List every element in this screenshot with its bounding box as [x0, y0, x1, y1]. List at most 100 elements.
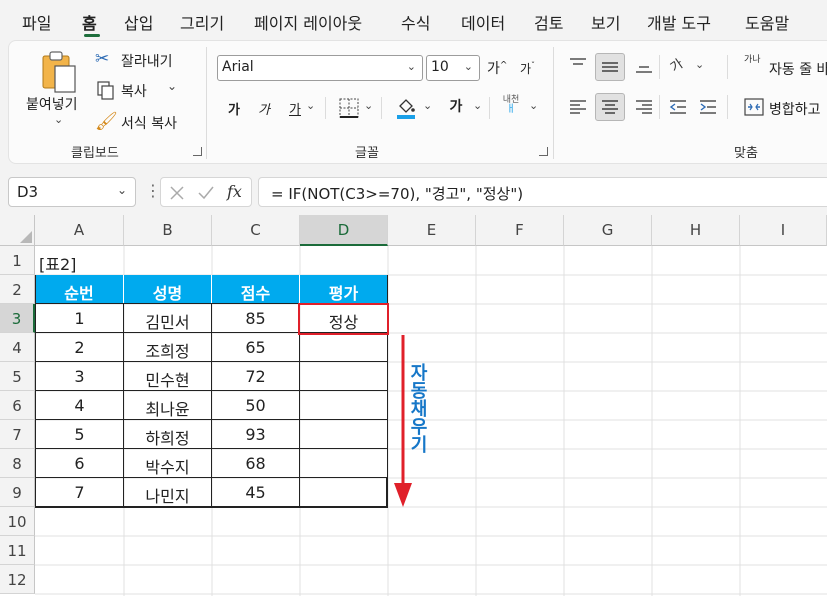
name-box-chevron-icon[interactable]: ⌄: [117, 183, 127, 197]
table-cell[interactable]: 4: [36, 391, 124, 420]
column-header-e[interactable]: E: [388, 215, 476, 246]
clipboard-launcher-icon[interactable]: [193, 147, 202, 156]
row-header-6[interactable]: 6: [0, 391, 35, 420]
shrink-font-button[interactable]: 가ˇ: [520, 60, 535, 77]
bottom-align-icon[interactable]: [635, 57, 653, 75]
borders-icon[interactable]: [339, 98, 359, 118]
tab-developer[interactable]: 개발 도구: [647, 10, 711, 34]
tab-file[interactable]: 파일: [22, 10, 51, 34]
header-cell-score[interactable]: 점수: [212, 275, 300, 304]
header-cell-number[interactable]: 순번: [35, 275, 124, 304]
row-header-2[interactable]: 2: [0, 275, 35, 304]
font-launcher-icon[interactable]: [539, 147, 548, 156]
wrap-text-button[interactable]: 자동 줄 바: [769, 59, 827, 79]
column-header-h[interactable]: H: [652, 215, 740, 246]
table-cell[interactable]: 박수지: [124, 449, 212, 478]
orientation-button[interactable]: 가: [666, 53, 686, 76]
paste-label[interactable]: 붙여넣기: [26, 94, 78, 114]
table-cell[interactable]: [300, 478, 388, 508]
row-header-3[interactable]: 3: [0, 304, 35, 333]
italic-button[interactable]: 가: [258, 99, 270, 118]
paste-dropdown-chevron-icon[interactable]: ⌄: [54, 113, 63, 126]
tab-page-layout[interactable]: 페이지 레이아웃: [254, 10, 362, 34]
tab-formulas[interactable]: 수식: [401, 10, 430, 34]
merge-center-button[interactable]: 병합하고: [769, 99, 821, 119]
table-cell[interactable]: 50: [212, 391, 300, 420]
tab-view[interactable]: 보기: [591, 10, 620, 34]
borders-dropdown-chevron-icon[interactable]: ⌄: [364, 99, 373, 112]
column-header-g[interactable]: G: [564, 215, 652, 246]
grow-font-button[interactable]: 가^: [487, 58, 507, 78]
bold-button[interactable]: 가: [228, 99, 240, 118]
align-right-icon[interactable]: [635, 99, 653, 115]
table-cell[interactable]: 하희정: [124, 420, 212, 449]
underline-dropdown-chevron-icon[interactable]: ⌄: [306, 99, 315, 112]
row-header-10[interactable]: 10: [0, 507, 35, 536]
column-header-b[interactable]: B: [124, 215, 212, 246]
align-center-button[interactable]: [595, 93, 625, 121]
select-all-button[interactable]: [0, 215, 35, 246]
header-cell-name[interactable]: 성명: [124, 275, 212, 304]
row-header-5[interactable]: 5: [0, 362, 35, 391]
row-header-1[interactable]: 1: [0, 246, 35, 275]
table-cell[interactable]: 6: [36, 449, 124, 478]
table-cell[interactable]: 5: [36, 420, 124, 449]
decrease-indent-icon[interactable]: [669, 99, 687, 115]
table-cell[interactable]: 김민서: [124, 304, 212, 333]
orientation-dropdown-chevron-icon[interactable]: ⌄: [695, 58, 704, 71]
tab-data[interactable]: 데이터: [461, 10, 505, 34]
table-cell[interactable]: [300, 362, 388, 391]
table-cell[interactable]: 1: [36, 304, 124, 333]
tab-home[interactable]: 홈: [82, 10, 97, 34]
column-header-d[interactable]: D: [300, 215, 388, 246]
table-cell[interactable]: 65: [212, 333, 300, 362]
align-left-icon[interactable]: [569, 99, 587, 115]
table-cell[interactable]: 85: [212, 304, 300, 333]
increase-indent-icon[interactable]: [699, 99, 717, 115]
column-header-c[interactable]: C: [212, 215, 300, 246]
column-header-f[interactable]: F: [476, 215, 564, 246]
table-title-cell[interactable]: [표2]: [39, 251, 76, 275]
row-header-12[interactable]: 12: [0, 565, 35, 594]
table-cell[interactable]: 민수현: [124, 362, 212, 391]
row-header-11[interactable]: 11: [0, 536, 35, 565]
header-cell-evaluation[interactable]: 평가: [300, 275, 388, 304]
top-align-icon[interactable]: [569, 57, 587, 73]
paste-button[interactable]: [37, 49, 81, 95]
table-cell[interactable]: [300, 420, 388, 449]
table-cell[interactable]: 나민지: [124, 478, 212, 508]
table-cell[interactable]: [300, 333, 388, 362]
table-cell[interactable]: 72: [212, 362, 300, 391]
fill-color-icon[interactable]: [395, 96, 417, 120]
column-header-a[interactable]: A: [35, 215, 124, 246]
underline-button[interactable]: 가: [289, 99, 301, 118]
tab-help[interactable]: 도움말: [745, 10, 789, 34]
cancel-icon[interactable]: [169, 185, 185, 201]
formula-input[interactable]: = IF(NOT(C3>=70), "경고", "정상"): [258, 177, 827, 207]
table-cell[interactable]: 조희정: [124, 333, 212, 362]
name-box[interactable]: D3 ⌄: [8, 177, 136, 207]
insert-function-button[interactable]: fx: [227, 182, 242, 201]
row-header-8[interactable]: 8: [0, 449, 35, 478]
formula-bar-options-icon[interactable]: ⋮: [145, 181, 161, 200]
fill-color-dropdown-chevron-icon[interactable]: ⌄: [423, 99, 432, 112]
font-size-select[interactable]: 10 ⌄: [426, 55, 480, 81]
row-header-9[interactable]: 9: [0, 478, 35, 507]
worksheet-grid[interactable]: A B C D E F G H I 1 2 3 4 5 6 7 8 9 10 1…: [0, 215, 827, 596]
tab-review[interactable]: 검토: [534, 10, 563, 34]
row-header-7[interactable]: 7: [0, 420, 35, 449]
font-name-select[interactable]: Arial ⌄: [217, 55, 423, 81]
middle-align-button[interactable]: [595, 53, 625, 81]
format-painter-button[interactable]: 서식 복사: [121, 113, 177, 133]
table-cell[interactable]: 3: [36, 362, 124, 391]
table-cell[interactable]: 7: [36, 478, 124, 508]
table-cell[interactable]: 45: [212, 478, 300, 508]
table-cell[interactable]: [300, 449, 388, 478]
table-cell[interactable]: 93: [212, 420, 300, 449]
table-cell[interactable]: 68: [212, 449, 300, 478]
tab-draw[interactable]: 그리기: [180, 10, 224, 34]
enter-check-icon[interactable]: [197, 185, 215, 201]
table-cell[interactable]: 최나윤: [124, 391, 212, 420]
row-header-4[interactable]: 4: [0, 333, 35, 362]
column-header-i[interactable]: I: [740, 215, 827, 246]
